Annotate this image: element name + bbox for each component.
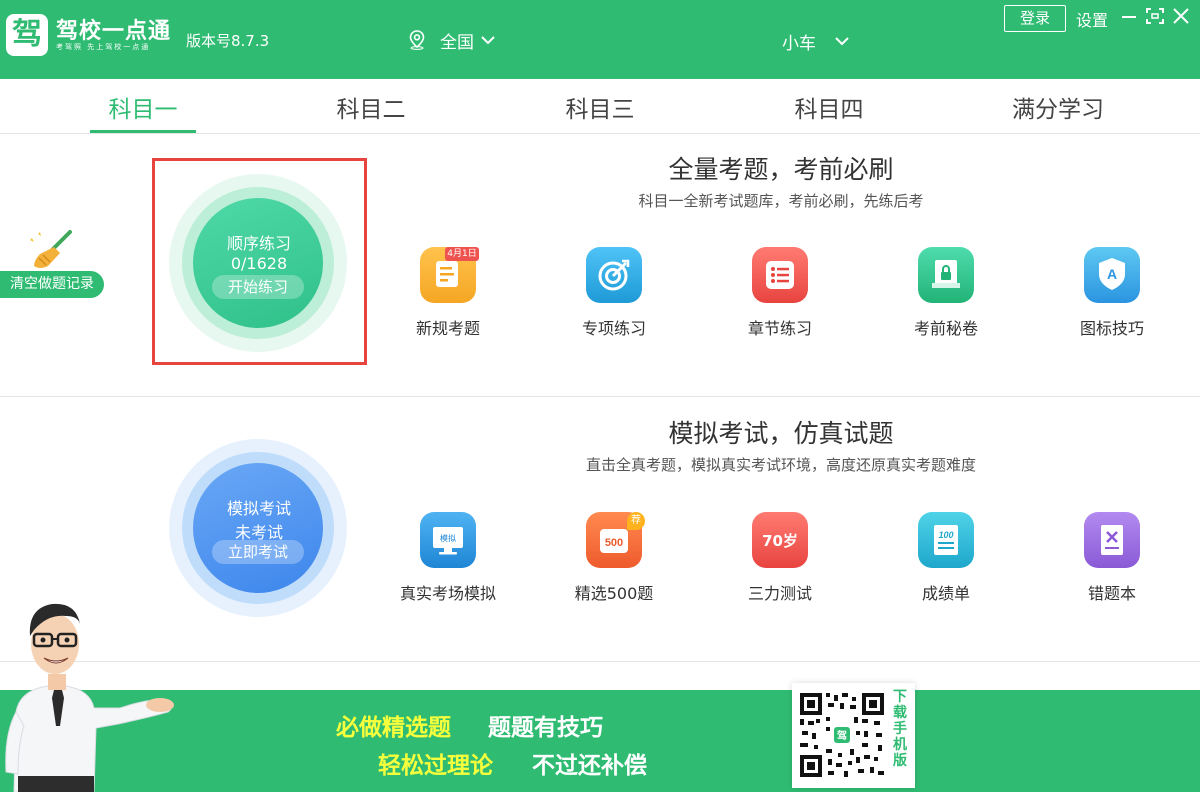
title-bar: 驾 驾校一点通 考驾照 先上驾校一点通 版本号8.7.3 全国 小车 登录 设置 (0, 0, 1200, 79)
settings-button[interactable]: 设置 (1076, 7, 1108, 31)
qr-code-icon: 驾 (798, 691, 886, 779)
feature-new-rules[interactable]: 4月1日 新规考题 (393, 247, 503, 347)
section-divider (0, 661, 1200, 662)
slogan-line-2b: 不过还补偿 (532, 753, 647, 779)
secret-paper-icon (918, 247, 974, 303)
download-qr-card[interactable]: 驾 下载手机版 (792, 683, 915, 788)
new-rules-badge: 4月1日 (445, 247, 479, 261)
slogan-line-1a: 必做精选题 (336, 715, 451, 741)
svg-text:500: 500 (605, 537, 623, 549)
version-label: 版本号8.7.3 (186, 32, 270, 50)
svg-text:驾: 驾 (836, 729, 847, 742)
feature-label: 新规考题 (415, 319, 480, 338)
feature-label: 图标技巧 (1079, 319, 1144, 338)
target-icon (586, 247, 642, 303)
list-icon (752, 247, 808, 303)
slogan-line-1b: 题题有技巧 (488, 715, 603, 741)
minimize-icon[interactable] (1118, 4, 1140, 28)
mascot-illustration (5, 603, 174, 792)
promo-banner[interactable]: 必做精选题 题题有技巧 轻松过理论 不过还补偿 (0, 690, 1200, 792)
feature-sign-skills[interactable]: A 图标技巧 (1057, 247, 1167, 347)
chevron-down-icon (835, 37, 849, 46)
feature-500-questions[interactable]: 500 荐 精选500题 (559, 512, 669, 612)
feature-chapter-practice[interactable]: 章节练习 (725, 247, 835, 347)
svg-text:模拟: 模拟 (440, 533, 456, 543)
highlight-box (152, 158, 367, 365)
feature-label: 精选500题 (574, 584, 654, 603)
tab-subject-4[interactable]: 科目四 (759, 90, 899, 124)
vehicle-selector[interactable]: 小车 (782, 28, 850, 54)
wrong-book-icon (1084, 512, 1140, 568)
fullscreen-icon[interactable] (1144, 4, 1166, 28)
app-logo: 驾 (6, 14, 48, 56)
region-label: 全国 (440, 32, 474, 53)
score-icon: 100 (918, 512, 974, 568)
feature-score-report[interactable]: 100 成绩单 (891, 512, 1001, 612)
feature-label: 三力测试 (747, 584, 812, 603)
vehicle-label: 小车 (782, 33, 816, 54)
practice-section-subtitle: 科目一全新考试题库，考前必刷，先练后考 (638, 192, 924, 210)
close-icon[interactable] (1170, 4, 1192, 28)
start-exam-button[interactable]: 立即考试 (212, 540, 304, 564)
app-slogan: 考驾照 先上驾校一点通 (56, 43, 151, 51)
practice-section-title: 全量考题，考前必刷 (668, 155, 894, 184)
recommend-badge: 荐 (627, 512, 645, 530)
svg-text:70岁: 70岁 (762, 532, 798, 550)
logo-char: 驾 (12, 17, 42, 52)
70-age-icon: 70岁 (752, 512, 808, 568)
login-button[interactable]: 登录 (1004, 5, 1066, 32)
tab-subject-3[interactable]: 科目三 (530, 90, 670, 124)
feature-special-practice[interactable]: 专项练习 (559, 247, 669, 347)
active-tab-indicator (90, 130, 196, 133)
mock-exam-circle[interactable]: 模拟考试 未考试 立即考试 (169, 439, 349, 619)
location-pin-icon (409, 30, 425, 50)
section-divider (0, 396, 1200, 397)
feature-wrong-book[interactable]: 错题本 (1057, 512, 1167, 612)
chevron-down-icon (481, 36, 495, 45)
slogan-line-2a: 轻松过理论 (378, 753, 493, 779)
feature-label: 章节练习 (747, 319, 812, 338)
svg-text:100: 100 (938, 530, 953, 540)
feature-label: 真实考场模拟 (399, 584, 496, 603)
clear-records-button[interactable]: 清空做题记录 (0, 271, 104, 298)
region-selector[interactable]: 全国 (408, 27, 496, 53)
subject-tabs: 科目一 科目二 科目三 科目四 满分学习 (0, 79, 1200, 134)
exam-section-subtitle: 直击全真考题，模拟真实考试环境，高度还原真实考题难度 (585, 456, 976, 474)
feature-secret-paper[interactable]: 考前秘卷 (891, 247, 1001, 347)
feature-real-exam-sim[interactable]: 模拟 真实考场模拟 (393, 512, 503, 612)
feature-label: 专项练习 (581, 319, 646, 338)
sign-icon: A (1084, 247, 1140, 303)
download-app-label: 下载手机版 (893, 689, 907, 769)
feature-label: 成绩单 (921, 584, 970, 603)
tab-full-score[interactable]: 满分学习 (988, 90, 1128, 124)
monitor-icon: 模拟 (420, 512, 476, 568)
app-name: 驾校一点通 (56, 19, 172, 44)
feature-three-ability-test[interactable]: 70岁 三力测试 (725, 512, 835, 612)
broom-icon (30, 230, 72, 268)
exam-section-title: 模拟考试，仿真试题 (668, 419, 894, 448)
tab-subject-1[interactable]: 科目一 (73, 90, 213, 124)
exam-title: 模拟考试 (226, 499, 291, 518)
svg-text:A: A (1107, 266, 1117, 282)
tab-subject-2[interactable]: 科目二 (301, 90, 441, 124)
feature-label: 考前秘卷 (913, 319, 978, 338)
feature-label: 错题本 (1087, 584, 1136, 603)
